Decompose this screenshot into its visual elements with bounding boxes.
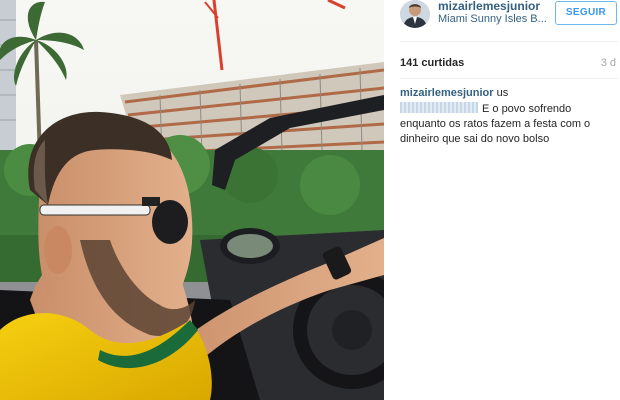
likes-count[interactable]: 141 curtidas	[400, 57, 464, 69]
caption: mizairlemesjunior us	[400, 86, 615, 101]
post-sidebar: mizairlemesjunior Miami Sunny Isles B...…	[384, 0, 620, 400]
avatar[interactable]	[400, 0, 430, 28]
location[interactable]: Miami Sunny Isles B...	[438, 13, 548, 25]
avatar-image	[400, 0, 430, 28]
username[interactable]: mizairlemesjunior	[438, 0, 540, 13]
photo-illustration	[0, 0, 384, 400]
post-photo[interactable]	[0, 0, 384, 400]
post-header: mizairlemesjunior Miami Sunny Isles B...…	[384, 0, 620, 40]
divider	[400, 41, 618, 42]
divider	[400, 78, 618, 79]
caption-username[interactable]: mizairlemesjunior	[400, 87, 494, 99]
comment: E o povo sofrendo enquanto os ratos faze…	[400, 102, 615, 147]
instagram-post: mizairlemesjunior Miami Sunny Isles B...…	[0, 0, 620, 400]
timestamp[interactable]: 3 d	[601, 57, 616, 69]
redacted-username	[400, 102, 478, 113]
caption-text: us	[496, 87, 509, 99]
follow-button[interactable]: SEGUIR	[555, 1, 617, 25]
